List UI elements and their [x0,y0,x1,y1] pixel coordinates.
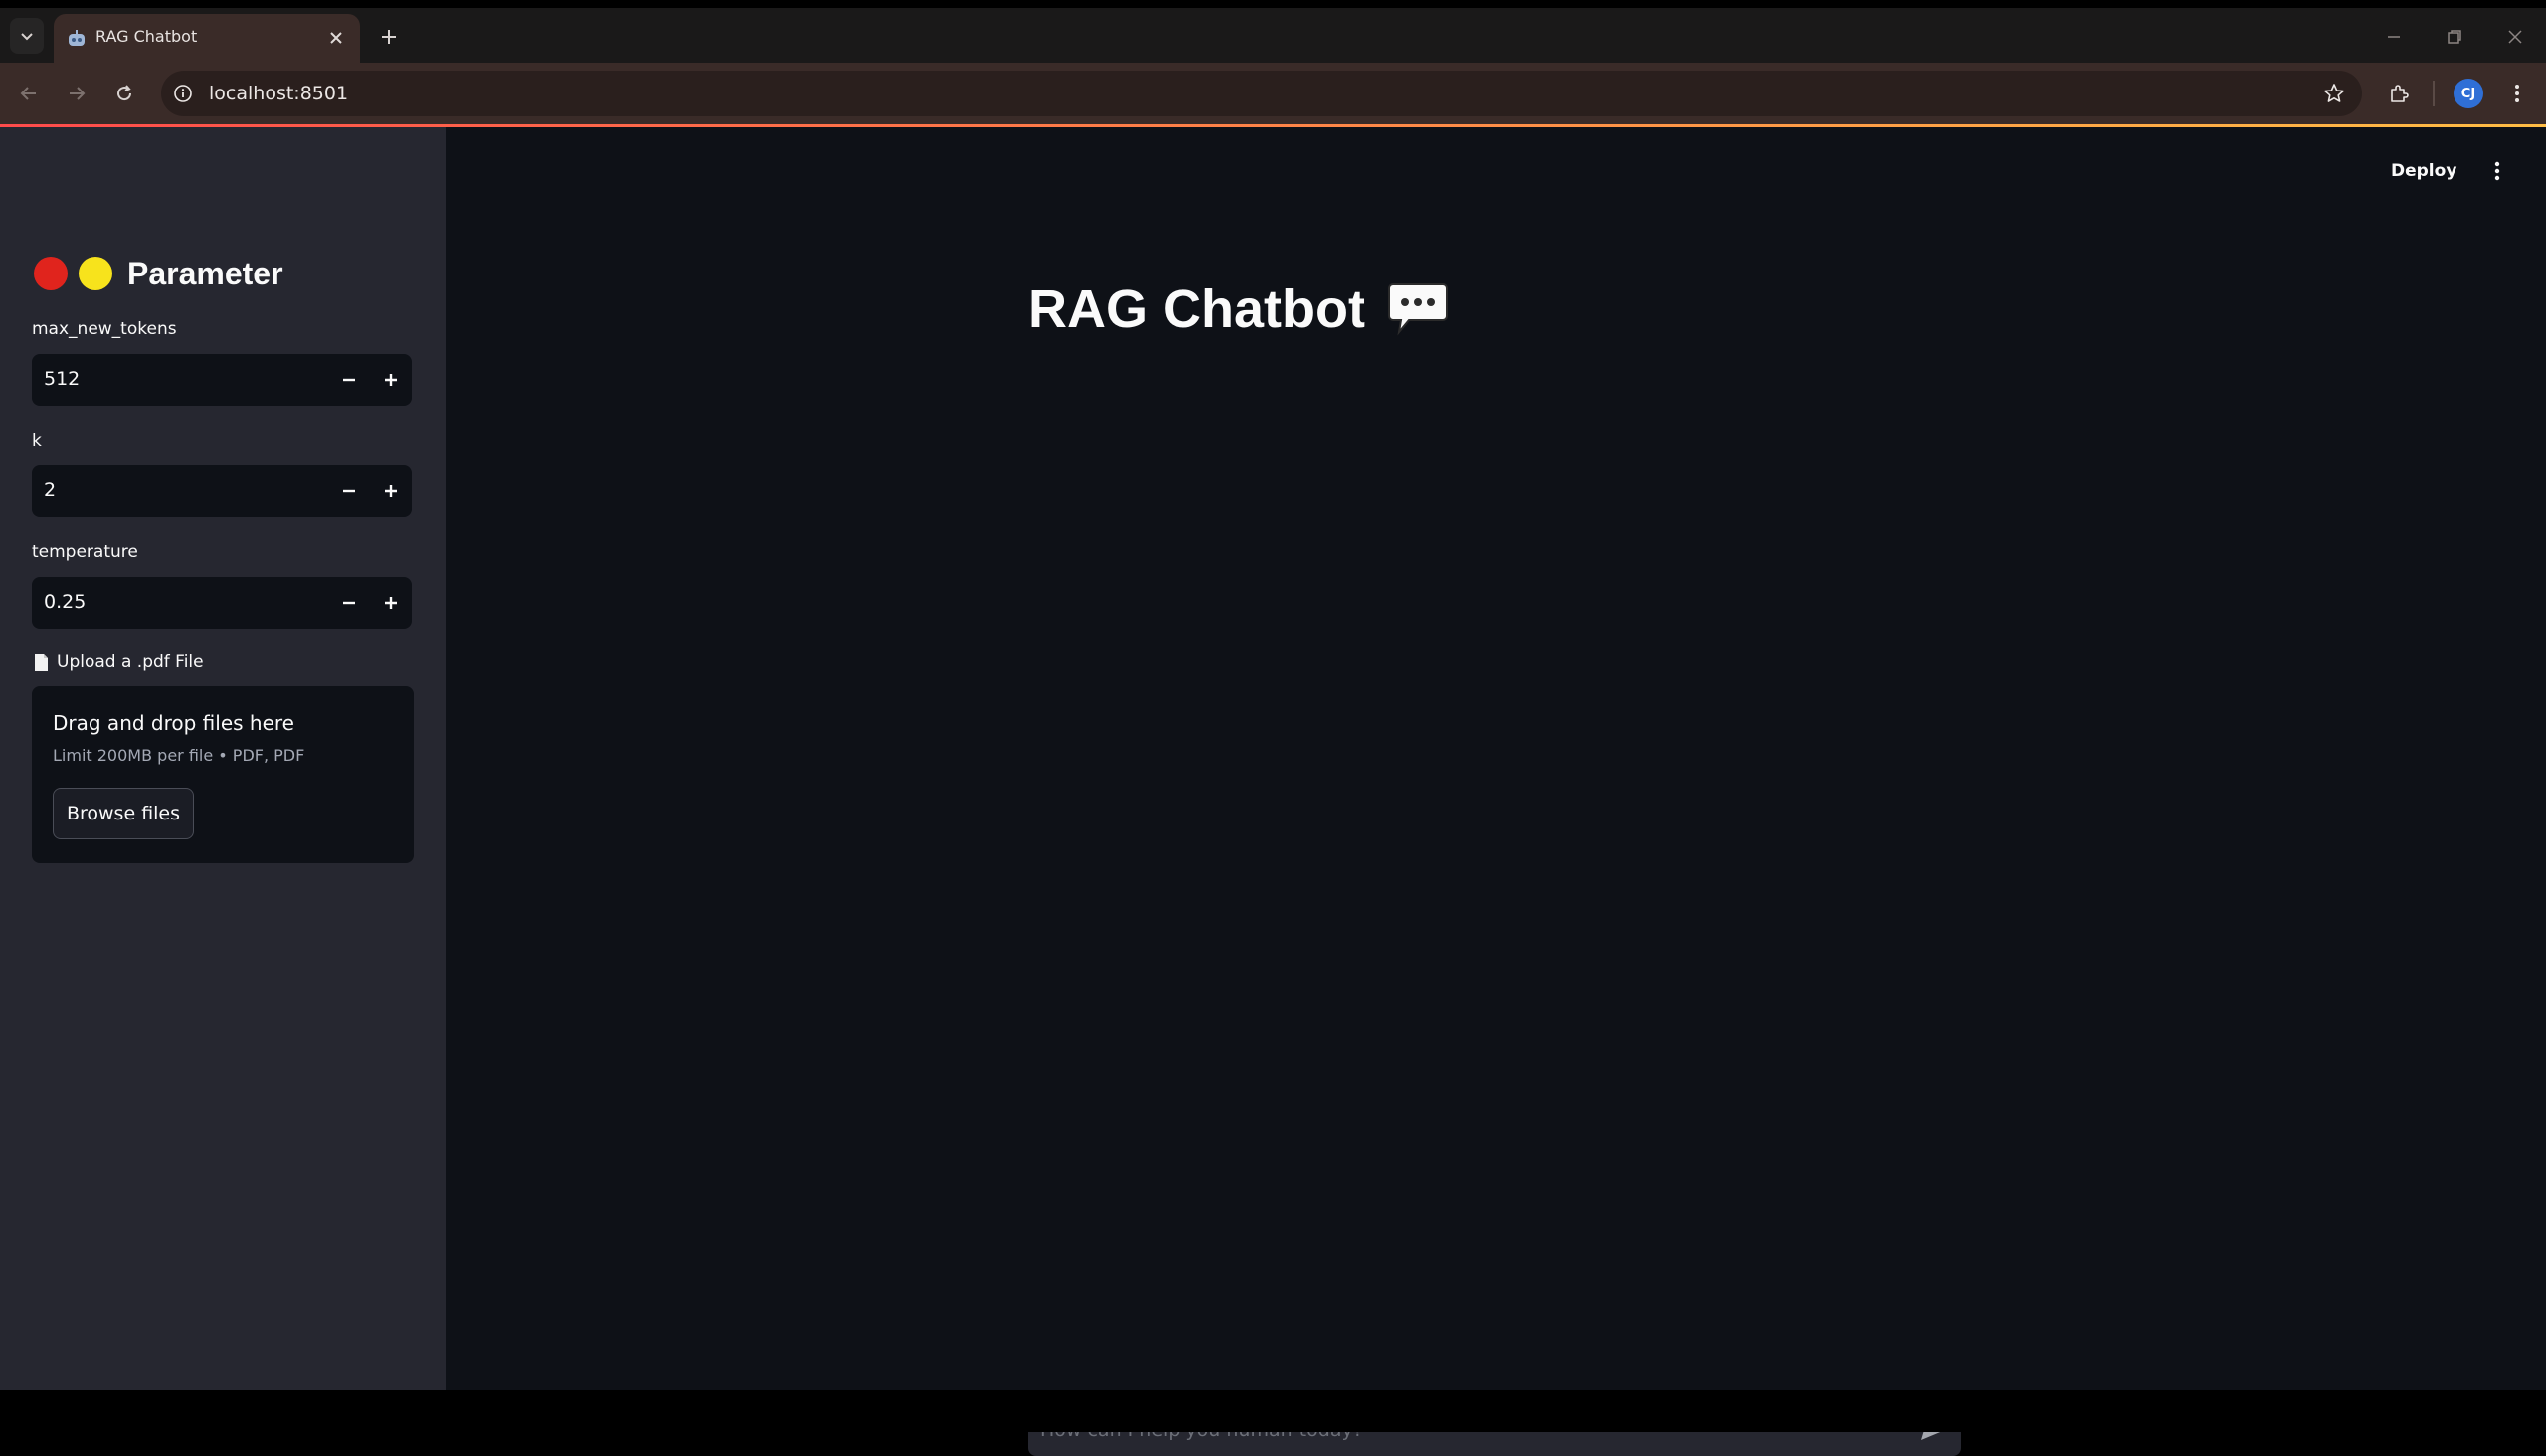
plus-icon [385,597,397,609]
minus-icon [343,601,355,605]
back-button[interactable] [14,79,44,108]
upload-label: Upload a .pdf File [34,652,204,672]
main-content [446,127,2546,1390]
browser-toolbar: localhost:8501 CJ [0,63,2546,124]
max-new-tokens-label: max_new_tokens [32,319,177,339]
document-icon [35,653,48,671]
max-new-tokens-increment[interactable] [370,354,412,406]
plus-icon [385,374,397,386]
browser-tab-active[interactable]: RAG Chatbot [54,14,360,63]
restore-window-button[interactable] [2440,22,2469,52]
minus-icon [343,489,355,493]
robot-favicon-icon [69,30,85,46]
tab-search-button[interactable] [10,18,44,54]
browse-files-button[interactable]: Browse files [53,788,194,839]
k-value[interactable]: 2 [44,479,56,501]
window-bottom-edge [0,1390,2546,1432]
app-menu-button[interactable] [2484,155,2510,187]
temperature-value[interactable]: 0.25 [44,591,86,613]
puzzle-icon [2391,85,2409,102]
minus-icon [343,378,355,382]
max-new-tokens-input[interactable]: 512 [32,354,412,406]
vertical-dots-icon [2494,161,2500,181]
app-container: Parameter max_new_tokens 512 k 2 tempera… [0,127,2546,1456]
browser-menu-button[interactable] [2502,79,2532,108]
reload-icon [117,85,132,101]
window-top-edge [0,0,2546,8]
yellow-circle-icon [79,257,112,290]
k-input[interactable]: 2 [32,465,412,517]
max-new-tokens-value[interactable]: 512 [44,368,80,390]
chevron-down-icon [21,33,33,41]
dropzone-title: Drag and drop files here [53,711,294,735]
sidebar-header: Parameter [34,253,283,294]
site-info-icon[interactable] [171,82,195,105]
close-icon [2508,30,2522,44]
temperature-input[interactable]: 0.25 [32,577,412,629]
close-tab-icon[interactable] [326,28,346,48]
tab-title: RAG Chatbot [95,27,198,46]
address-bar[interactable]: localhost:8501 [161,71,2362,116]
red-circle-icon [34,257,68,290]
speech-bubble-icon [1387,283,1448,336]
toolbar-separator [2433,81,2435,106]
forward-button[interactable] [62,79,91,108]
sidebar-title: Parameter [127,255,283,291]
sidebar: Parameter max_new_tokens 512 k 2 tempera… [0,127,446,1390]
deploy-button[interactable]: Deploy [2391,157,2456,185]
page-header: RAG Chatbot [1028,274,1449,344]
max-new-tokens-decrement[interactable] [328,354,370,406]
close-window-button[interactable] [2500,22,2530,52]
restore-icon [2448,30,2461,44]
k-decrement[interactable] [328,465,370,517]
plus-icon [382,30,396,44]
minimize-window-button[interactable] [2379,22,2409,52]
arrow-right-icon [70,87,86,100]
bookmark-star-icon[interactable] [2322,82,2346,105]
temperature-decrement[interactable] [328,577,370,629]
temperature-label: temperature [32,542,138,562]
vertical-dots-icon [2515,85,2519,102]
extensions-button[interactable] [2384,79,2414,108]
new-tab-button[interactable] [374,22,404,52]
arrow-left-icon [20,87,36,100]
file-dropzone[interactable]: Drag and drop files here Limit 200MB per… [32,686,414,863]
dropzone-limit-text: Limit 200MB per file • PDF, PDF [53,746,305,765]
page-title: RAG Chatbot [1028,279,1365,339]
tab-bar: RAG Chatbot [0,8,2546,63]
url-text: localhost:8501 [209,83,349,104]
minimize-icon [2388,36,2400,38]
reload-button[interactable] [109,79,139,108]
profile-avatar[interactable]: CJ [2454,79,2483,108]
upload-label-text: Upload a .pdf File [57,652,204,672]
plus-icon [385,485,397,497]
k-label: k [32,431,42,451]
k-increment[interactable] [370,465,412,517]
temperature-increment[interactable] [370,577,412,629]
